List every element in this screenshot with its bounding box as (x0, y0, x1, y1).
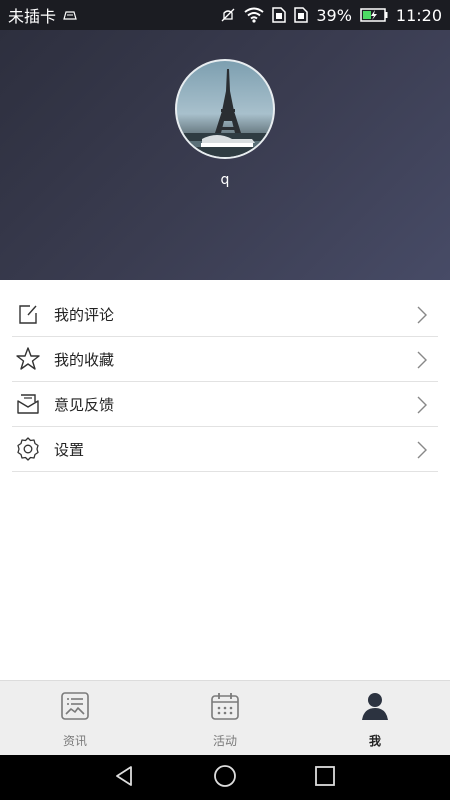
carrier-text: 未插卡 (8, 7, 57, 26)
clock: 11:20 (395, 5, 442, 25)
chevron-right-icon (416, 395, 428, 419)
tab-activities[interactable]: 活动 (150, 681, 300, 755)
system-nav-bar (0, 755, 450, 800)
gear-icon (14, 435, 42, 463)
tab-me[interactable]: 我 (300, 681, 450, 755)
edit-icon (14, 300, 42, 328)
menu-item-comments[interactable]: 我的评论 (12, 292, 438, 337)
back-icon[interactable] (113, 764, 137, 792)
tab-label: 我 (368, 734, 381, 748)
battery-percent: 39% (316, 5, 352, 25)
news-icon (60, 691, 90, 725)
username: q (220, 172, 230, 188)
star-icon (14, 345, 42, 373)
menu-item-favorites[interactable]: 我的收藏 (12, 337, 438, 382)
calendar-icon (210, 691, 240, 725)
tab-label: 活动 (212, 734, 237, 748)
wifi-icon (244, 7, 264, 23)
tab-news[interactable]: 资讯 (0, 681, 150, 755)
mute-icon (220, 7, 236, 23)
menu-list: 我的评论 我的收藏 意见反馈 设置 (0, 292, 450, 472)
sim-card-icon (62, 9, 78, 21)
profile-header: q (0, 30, 450, 280)
menu-item-settings[interactable]: 设置 (12, 427, 438, 472)
menu-label: 意见反馈 (54, 395, 115, 414)
sim2-icon (294, 7, 309, 23)
avatar[interactable] (175, 59, 275, 159)
recents-icon[interactable] (313, 764, 337, 792)
menu-item-feedback[interactable]: 意见反馈 (12, 382, 438, 427)
sim1-icon (272, 7, 287, 23)
status-right: 39% 11:20 (220, 6, 442, 25)
status-bar: 未插卡 39% 11:20 (0, 0, 450, 30)
battery-charging-icon (360, 8, 388, 22)
status-left: 未插卡 (8, 3, 78, 27)
chevron-right-icon (416, 440, 428, 464)
menu-label: 我的收藏 (54, 350, 115, 369)
user-icon (360, 691, 390, 725)
bottom-tab-bar: 资讯 活动 我 (0, 680, 450, 755)
menu-label: 设置 (54, 440, 85, 459)
tab-label: 资讯 (62, 734, 87, 748)
mail-icon (14, 390, 42, 418)
chevron-right-icon (416, 350, 428, 374)
menu-label: 我的评论 (54, 305, 115, 324)
chevron-right-icon (416, 305, 428, 329)
eiffel-tower-avatar (177, 69, 273, 157)
home-icon[interactable] (213, 764, 237, 792)
